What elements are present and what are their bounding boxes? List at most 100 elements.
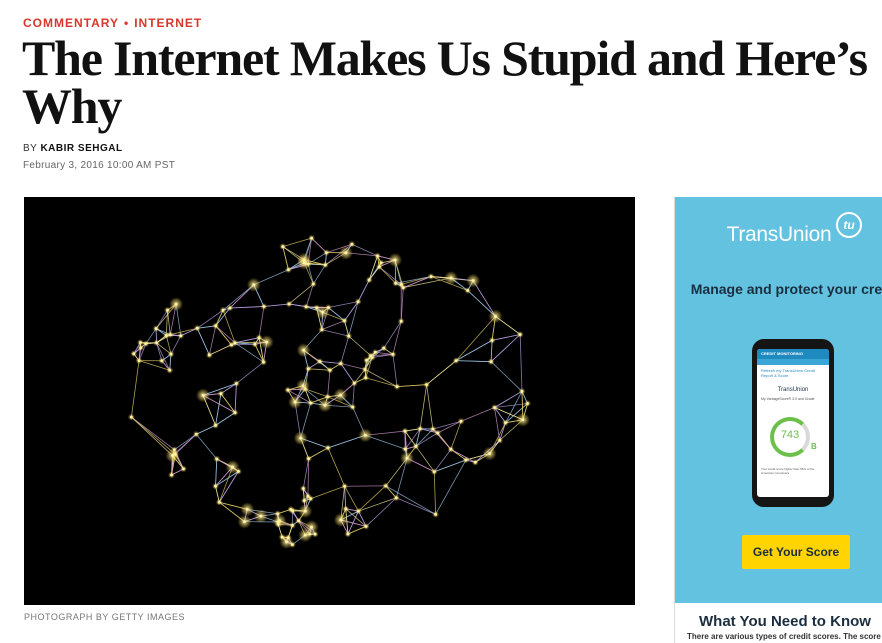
network-node-core bbox=[394, 496, 398, 500]
network-node-core bbox=[287, 268, 290, 272]
network-node-core bbox=[168, 368, 172, 372]
network-node-core bbox=[352, 381, 356, 385]
network-node-core bbox=[219, 392, 223, 395]
network-node-core bbox=[276, 512, 280, 516]
network-node-core bbox=[449, 276, 453, 280]
network-edge bbox=[258, 306, 265, 338]
network-node-core bbox=[262, 360, 265, 364]
network-node-core bbox=[350, 242, 354, 246]
network-node-core bbox=[243, 520, 246, 524]
network-node-core bbox=[306, 494, 310, 498]
network-node-core bbox=[405, 456, 409, 460]
network-node-core bbox=[132, 352, 136, 356]
section-link-commentary[interactable]: COMMENTARY bbox=[23, 16, 119, 30]
network-node-core bbox=[174, 302, 178, 306]
network-node-core bbox=[504, 421, 507, 425]
network-node-core bbox=[259, 514, 263, 518]
network-node-core bbox=[221, 308, 225, 312]
transunion-logo-icon: tu bbox=[836, 212, 862, 238]
network-edge bbox=[138, 360, 170, 371]
network-node-core bbox=[369, 354, 373, 358]
ad-section-body: There are various types of credit scores… bbox=[687, 632, 881, 641]
network-node-core bbox=[431, 427, 435, 431]
network-node-core bbox=[235, 382, 238, 385]
network-edge bbox=[328, 301, 359, 308]
network-node-core bbox=[169, 352, 173, 356]
network-node-core bbox=[302, 261, 306, 265]
network-node-core bbox=[498, 438, 502, 442]
network-node-core bbox=[436, 431, 440, 435]
network-node-core bbox=[311, 282, 315, 286]
network-node-core bbox=[302, 499, 306, 503]
network-node-core bbox=[429, 275, 433, 278]
network-node-core bbox=[323, 263, 327, 267]
network-node-core bbox=[343, 319, 346, 323]
byline: BY KABIR SEHGAL bbox=[23, 143, 123, 154]
network-node-core bbox=[344, 507, 348, 511]
transunion-ad[interactable]: TransUnion tu Manage and protect your cr… bbox=[674, 197, 882, 643]
network-node-core bbox=[286, 388, 290, 392]
network-edge bbox=[215, 325, 232, 346]
hero-image-brain-network bbox=[24, 197, 635, 605]
network-node-core bbox=[231, 465, 234, 469]
network-node-core bbox=[489, 360, 493, 364]
network-node-core bbox=[393, 258, 397, 262]
article-headline: The Internet Makes Us Stupid and Here’s … bbox=[22, 30, 868, 134]
network-node-core bbox=[326, 395, 329, 399]
network-node-core bbox=[137, 359, 141, 363]
network-node-core bbox=[164, 334, 168, 337]
network-node-core bbox=[432, 470, 436, 474]
network-edge bbox=[426, 360, 457, 385]
network-node-core bbox=[326, 446, 330, 450]
publish-date: February 3, 2016 10:00 AM PST bbox=[23, 160, 176, 171]
network-node-core bbox=[228, 306, 232, 310]
network-node-core bbox=[207, 353, 211, 357]
network-node-core bbox=[321, 310, 325, 314]
network-node-core bbox=[459, 419, 463, 423]
network-edge bbox=[365, 497, 397, 527]
network-node-core bbox=[434, 512, 438, 516]
article-kicker: COMMENTARY • INTERNET bbox=[23, 16, 202, 30]
ad-tagline: Manage and protect your credit bbox=[690, 281, 882, 297]
network-edge bbox=[392, 354, 398, 387]
network-edge bbox=[282, 237, 312, 247]
network-node-core bbox=[344, 251, 348, 255]
network-node-core bbox=[394, 281, 398, 285]
network-node-core bbox=[391, 353, 395, 356]
network-edge bbox=[365, 377, 398, 388]
network-edge bbox=[174, 433, 197, 451]
network-node-core bbox=[179, 334, 183, 338]
section-link-internet[interactable]: INTERNET bbox=[134, 16, 202, 30]
byline-prefix: BY bbox=[23, 143, 38, 154]
network-node-core bbox=[245, 507, 249, 511]
network-node-core bbox=[233, 411, 237, 415]
network-node-core bbox=[403, 429, 407, 433]
network-node-core bbox=[304, 305, 308, 309]
network-node-core bbox=[310, 525, 313, 529]
network-edge bbox=[460, 407, 495, 422]
network-edge bbox=[358, 497, 397, 512]
network-node-core bbox=[351, 405, 355, 409]
phone-screen: CREDIT MONITORING Refresh my TransUnion … bbox=[757, 349, 829, 497]
network-edge bbox=[396, 497, 436, 515]
network-edge bbox=[494, 407, 501, 441]
network-edge bbox=[433, 471, 437, 515]
network-node-core bbox=[325, 251, 328, 255]
network-node-core bbox=[293, 400, 297, 404]
network-node-core bbox=[303, 509, 307, 513]
network-edge bbox=[327, 447, 345, 487]
network-node-core bbox=[214, 324, 218, 328]
network-node-core bbox=[454, 359, 458, 363]
network-node-core bbox=[310, 236, 313, 240]
network-node-core bbox=[520, 389, 524, 393]
author-link[interactable]: KABIR SEHGAL bbox=[40, 143, 122, 154]
get-your-score-button[interactable]: Get Your Score bbox=[742, 535, 850, 569]
network-node-core bbox=[303, 533, 307, 537]
network-node-core bbox=[320, 328, 324, 332]
network-edge bbox=[419, 384, 428, 429]
network-edge bbox=[358, 485, 387, 512]
network-node-core bbox=[306, 367, 310, 371]
network-edge bbox=[195, 434, 218, 460]
network-edge bbox=[209, 344, 232, 356]
network-node-core bbox=[301, 487, 305, 490]
